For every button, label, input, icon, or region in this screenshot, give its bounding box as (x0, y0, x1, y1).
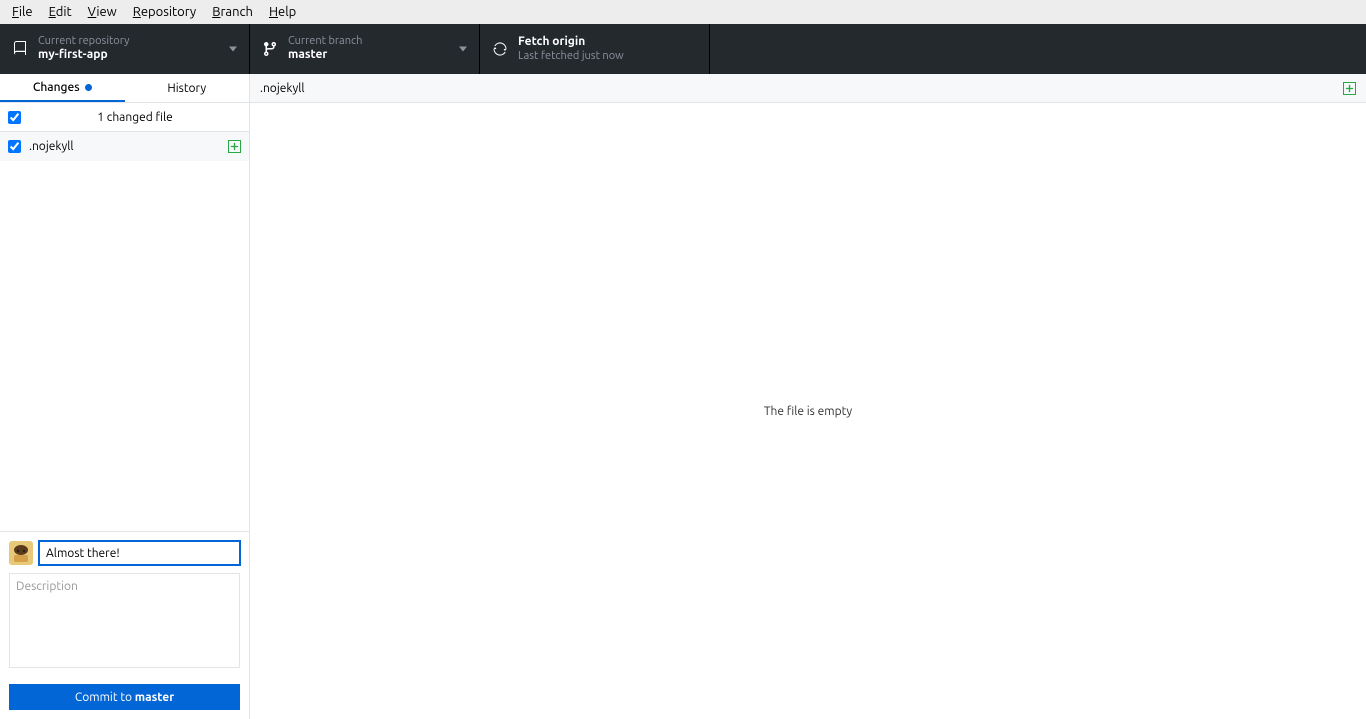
file-name: .nojekyll (29, 140, 228, 153)
repo-selector[interactable]: Current repository my-first-app (0, 24, 250, 74)
file-checkbox[interactable] (8, 140, 21, 153)
menu-help[interactable]: Help (261, 3, 304, 21)
changes-header: 1 changed file (0, 103, 249, 132)
repo-icon (12, 41, 28, 57)
commit-btn-prefix: Commit to (75, 691, 135, 704)
empty-file-message: The file is empty (764, 405, 852, 418)
branch-label: Current branch (288, 35, 362, 48)
menu-view[interactable]: View (80, 3, 125, 21)
commit-button[interactable]: Commit to master (9, 684, 240, 710)
diff-content: The file is empty (250, 103, 1366, 719)
fetch-button[interactable]: Fetch origin Last fetched just now (480, 24, 710, 74)
branch-value: master (288, 48, 362, 62)
repo-label: Current repository (38, 35, 129, 48)
repo-value: my-first-app (38, 48, 129, 62)
sync-icon (492, 41, 508, 57)
menu-file[interactable]: File (4, 3, 41, 21)
sidebar-tabs: Changes History (0, 74, 249, 103)
diff-panel: .nojekyll The file is empty (250, 74, 1366, 719)
branch-icon (262, 41, 278, 57)
diff-file-header: .nojekyll (250, 74, 1366, 103)
menu-branch[interactable]: Branch (204, 3, 261, 21)
commit-form: Commit to master (0, 531, 249, 719)
tab-history-label: History (167, 82, 206, 95)
file-row[interactable]: .nojekyll (0, 132, 249, 161)
added-icon (228, 140, 241, 153)
changes-indicator-dot (85, 84, 92, 91)
commit-btn-branch: master (135, 691, 174, 704)
select-all-checkbox[interactable] (8, 111, 21, 124)
menu-repository[interactable]: Repository (125, 3, 204, 21)
diff-file-name: .nojekyll (260, 82, 305, 95)
avatar (9, 541, 33, 565)
toolbar: Current repository my-first-app Current … (0, 24, 1366, 74)
commit-summary-input[interactable] (39, 541, 240, 565)
commit-description-input[interactable] (9, 573, 240, 668)
chevron-down-icon (459, 47, 467, 52)
fetch-title: Fetch origin (518, 35, 624, 49)
file-list: .nojekyll (0, 132, 249, 531)
branch-selector[interactable]: Current branch master (250, 24, 480, 74)
menu-edit[interactable]: Edit (41, 3, 80, 21)
tab-changes-label: Changes (33, 81, 80, 94)
tab-history[interactable]: History (125, 74, 250, 102)
changed-files-count: 1 changed file (29, 111, 241, 124)
added-icon (1343, 82, 1356, 95)
sidebar: Changes History 1 changed file .nojekyll (0, 74, 250, 719)
fetch-sub: Last fetched just now (518, 50, 624, 63)
tab-changes[interactable]: Changes (0, 74, 125, 102)
chevron-down-icon (229, 47, 237, 52)
menubar: File Edit View Repository Branch Help (0, 0, 1366, 24)
